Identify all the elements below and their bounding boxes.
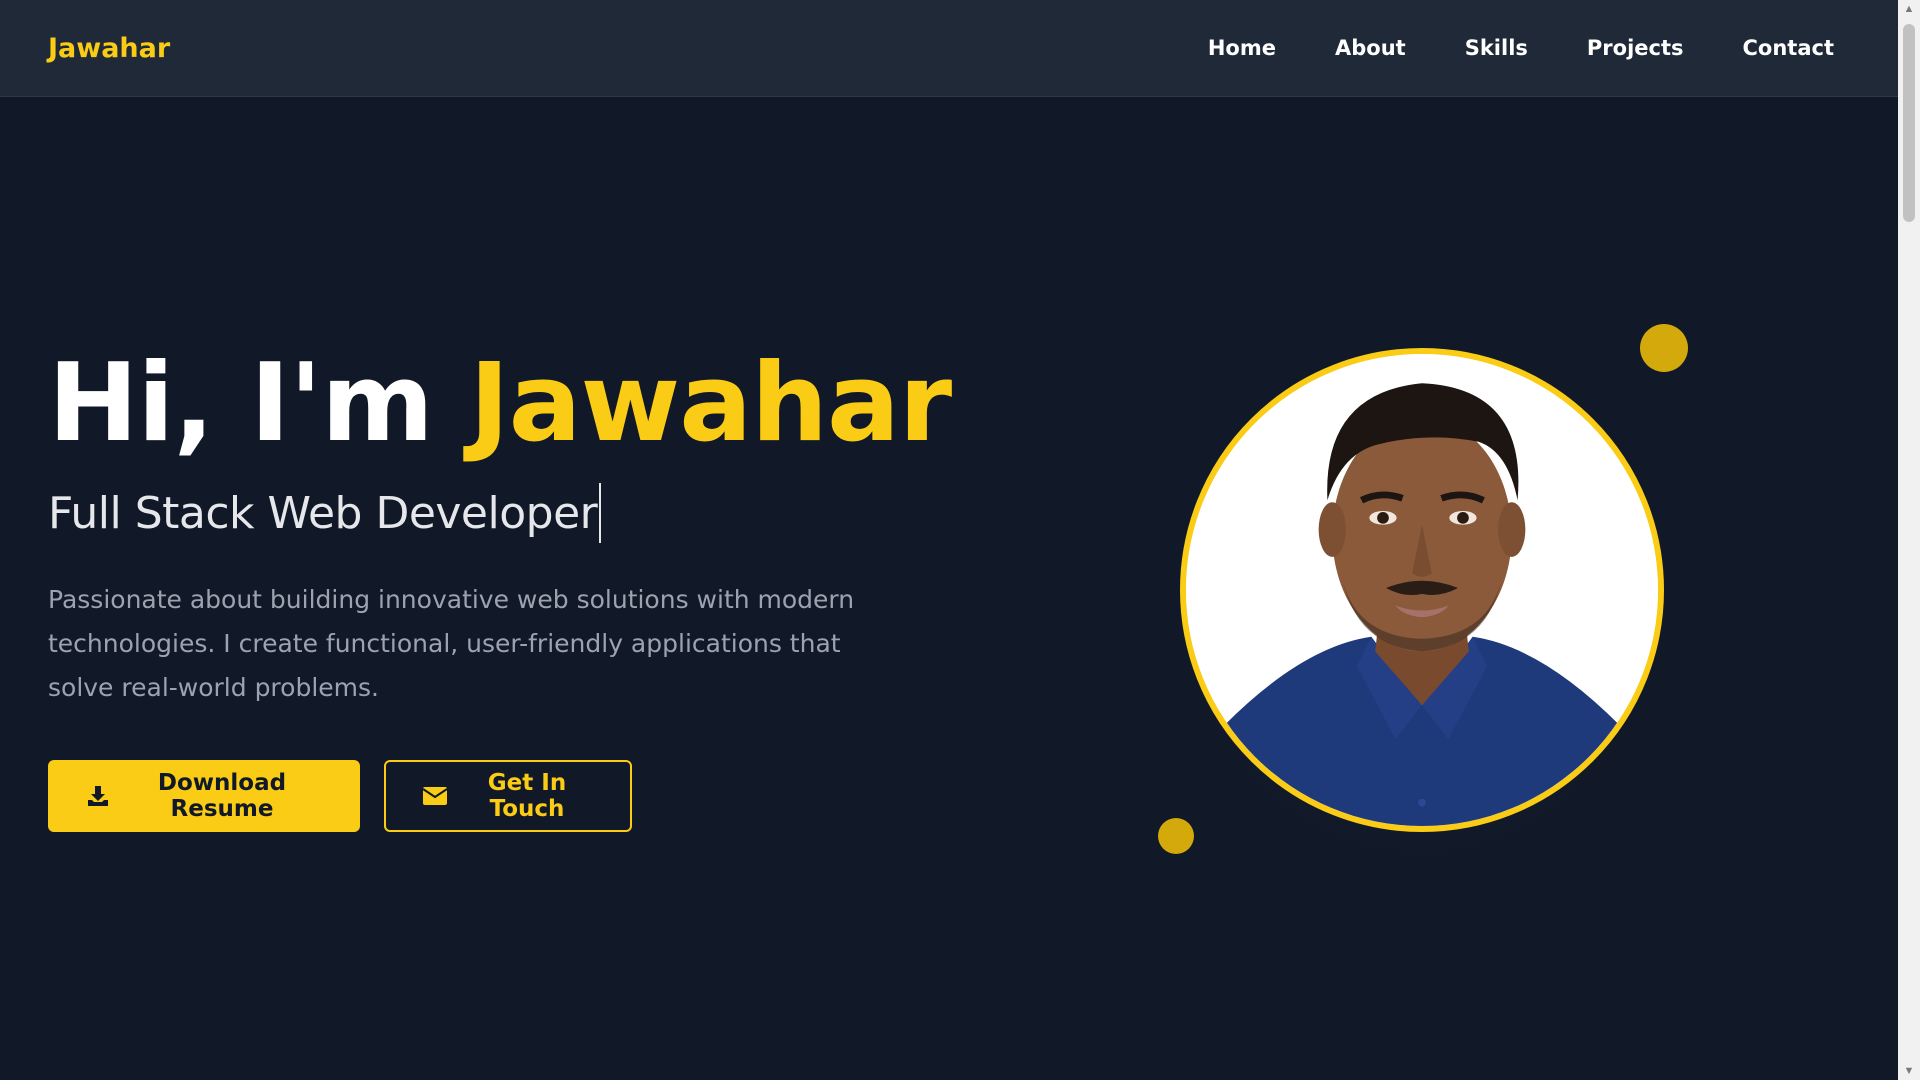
brand-logo[interactable]: Jawahar — [48, 33, 170, 64]
download-resume-label: Download Resume — [157, 770, 287, 822]
subtitle-row: Full Stack Web Developer — [48, 482, 908, 544]
scroll-thumb[interactable] — [1903, 24, 1915, 222]
profile-photo-illustration — [1186, 354, 1658, 826]
typing-cursor — [599, 483, 602, 543]
nav-links: Home About Skills Projects Contact — [1208, 36, 1834, 60]
hero-buttons: Download Resume Get In Touch — [48, 760, 908, 832]
decorative-dot-large — [1640, 324, 1688, 372]
decorative-dot-small — [1158, 818, 1194, 854]
hero-content: Hi, I'm Jawahar Full Stack Web Developer… — [48, 340, 952, 832]
hero-name: Jawahar — [469, 341, 952, 466]
scrollbar[interactable]: ▲ ▼ — [1898, 0, 1920, 1080]
nav-link-projects[interactable]: Projects — [1587, 36, 1684, 60]
profile-photo — [1180, 348, 1664, 832]
hero-subtitle: Full Stack Web Developer — [48, 487, 598, 539]
nav-link-contact[interactable]: Contact — [1743, 36, 1835, 60]
hero-description: Passionate about building innovative web… — [48, 585, 855, 702]
get-in-touch-label: Get In Touch — [487, 770, 567, 822]
scroll-down-arrow-icon[interactable]: ▼ — [1898, 1062, 1920, 1080]
hero-greeting: Hi, I'm — [48, 341, 470, 466]
navbar: Jawahar Home About Skills Projects Conta… — [0, 0, 1898, 97]
envelope-icon — [422, 786, 448, 806]
download-icon — [86, 784, 110, 808]
hero-title: Hi, I'm Jawahar — [48, 340, 952, 468]
get-in-touch-button[interactable]: Get In Touch — [384, 760, 632, 832]
download-resume-button[interactable]: Download Resume — [48, 760, 360, 832]
nav-link-skills[interactable]: Skills — [1465, 36, 1528, 60]
page: Jawahar Home About Skills Projects Conta… — [0, 0, 1920, 1080]
scroll-up-arrow-icon[interactable]: ▲ — [1898, 0, 1920, 18]
nav-link-home[interactable]: Home — [1208, 36, 1276, 60]
nav-link-about[interactable]: About — [1335, 36, 1406, 60]
